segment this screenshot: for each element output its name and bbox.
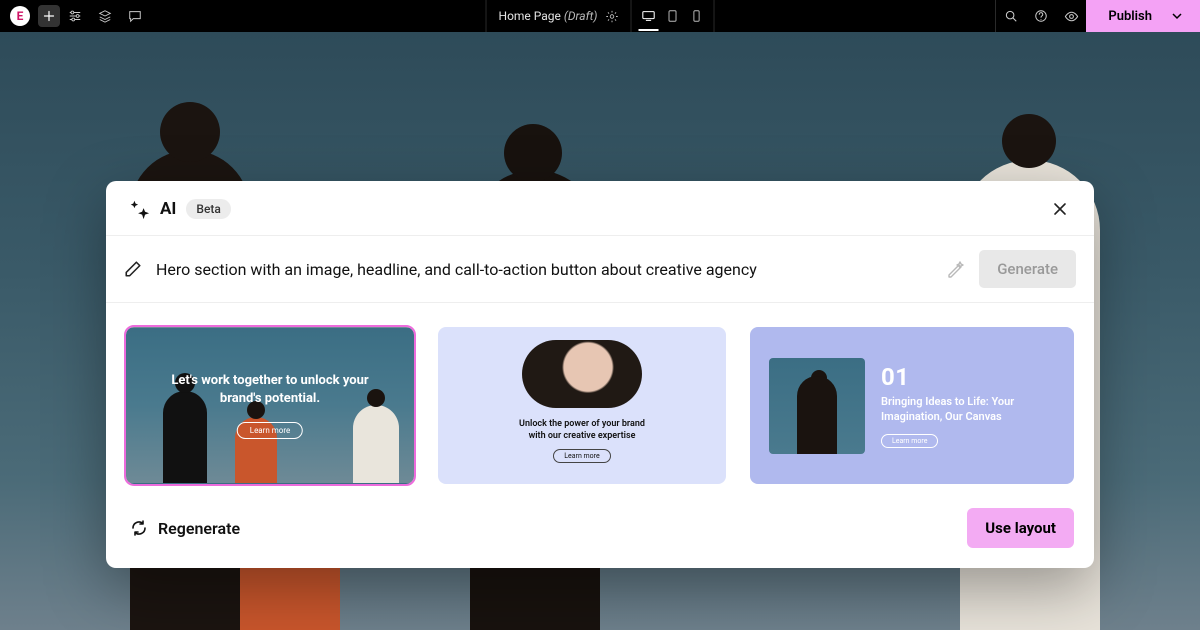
close-icon <box>1052 201 1068 217</box>
document-title: Home Page (Draft) <box>499 9 598 23</box>
publish-button[interactable]: Publish <box>1086 0 1200 32</box>
gear-icon[interactable] <box>605 10 618 23</box>
topbar-left-group: E <box>0 0 150 32</box>
pencil-icon <box>124 260 142 278</box>
logo-letter: E <box>17 9 24 23</box>
elementor-logo[interactable]: E <box>10 6 30 26</box>
preview-text-block: 01 Bringing Ideas to Life: Your Imaginat… <box>881 363 1055 449</box>
close-modal-button[interactable] <box>1046 195 1074 223</box>
modal-header: AI Beta <box>106 181 1094 236</box>
add-element-button[interactable] <box>38 5 60 27</box>
responsive-device-switcher <box>631 0 714 32</box>
prompt-input-row: Generate <box>106 236 1094 303</box>
layout-option-2[interactable]: Unlock the power of your brand with our … <box>438 327 726 484</box>
help-button[interactable] <box>1026 0 1056 32</box>
document-title-main: Home Page <box>499 9 561 23</box>
layout-option-3[interactable]: 01 Bringing Ideas to Life: Your Imaginat… <box>750 327 1074 484</box>
eye-icon <box>1064 9 1079 24</box>
modal-footer: Regenerate Use layout <box>106 502 1094 568</box>
preview-cta: Learn more <box>553 449 610 463</box>
chevron-down-icon[interactable] <box>1172 11 1182 21</box>
preview-headline: Unlock the power of your brand with our … <box>519 418 645 442</box>
layout-option-1[interactable]: Let's work together to unlock your brand… <box>126 327 414 484</box>
mobile-icon <box>689 9 703 23</box>
document-title-area[interactable]: Home Page (Draft) <box>486 0 632 32</box>
ai-prompt-input[interactable] <box>156 260 931 279</box>
generate-button[interactable]: Generate <box>979 250 1076 288</box>
refresh-icon <box>130 519 148 537</box>
publish-label: Publish <box>1108 9 1152 24</box>
topbar-utility-icons <box>995 0 1086 32</box>
sliders-icon <box>68 9 82 23</box>
device-desktop-button[interactable] <box>641 9 655 23</box>
sparkle-icon <box>128 198 150 220</box>
chat-icon <box>128 9 142 23</box>
topbar-center-group: Home Page (Draft) <box>486 0 715 32</box>
preview-number: 01 <box>881 363 1055 391</box>
regenerate-button[interactable]: Regenerate <box>130 519 240 538</box>
magic-wand-icon <box>945 259 965 279</box>
tablet-icon <box>665 9 679 23</box>
topbar-right-group: Publish <box>995 0 1200 32</box>
editor-top-bar: E Home Page (Draft) <box>0 0 1200 32</box>
regenerate-label: Regenerate <box>158 519 240 538</box>
search-icon <box>1004 9 1018 23</box>
layout-results-row: Let's work together to unlock your brand… <box>106 303 1094 502</box>
preview-figure <box>353 405 399 483</box>
preview-button[interactable] <box>1056 0 1086 32</box>
modal-title: AI <box>160 199 176 219</box>
document-title-status: (Draft) <box>564 9 598 23</box>
finder-search-button[interactable] <box>996 0 1026 32</box>
device-tablet-button[interactable] <box>665 9 679 23</box>
preview-headline: Let's work together to unlock your brand… <box>127 372 413 407</box>
beta-badge: Beta <box>186 199 230 219</box>
enhance-prompt-button[interactable] <box>945 259 965 279</box>
preview-headline: Bringing Ideas to Life: Your Imagination… <box>881 395 1055 425</box>
preview-image <box>522 340 642 408</box>
use-layout-button[interactable]: Use layout <box>967 508 1074 548</box>
help-icon <box>1034 9 1048 23</box>
settings-sliders-button[interactable] <box>60 0 90 32</box>
preview-cta: Learn more <box>881 434 938 448</box>
structure-panel-button[interactable] <box>90 0 120 32</box>
desktop-icon <box>641 9 655 23</box>
preview-cta: Learn more <box>237 422 303 439</box>
preview-image <box>769 358 865 454</box>
layers-icon <box>98 9 112 23</box>
ai-layout-modal: AI Beta Generate Let's work together to … <box>106 181 1094 568</box>
device-mobile-button[interactable] <box>689 9 703 23</box>
comments-button[interactable] <box>120 0 150 32</box>
